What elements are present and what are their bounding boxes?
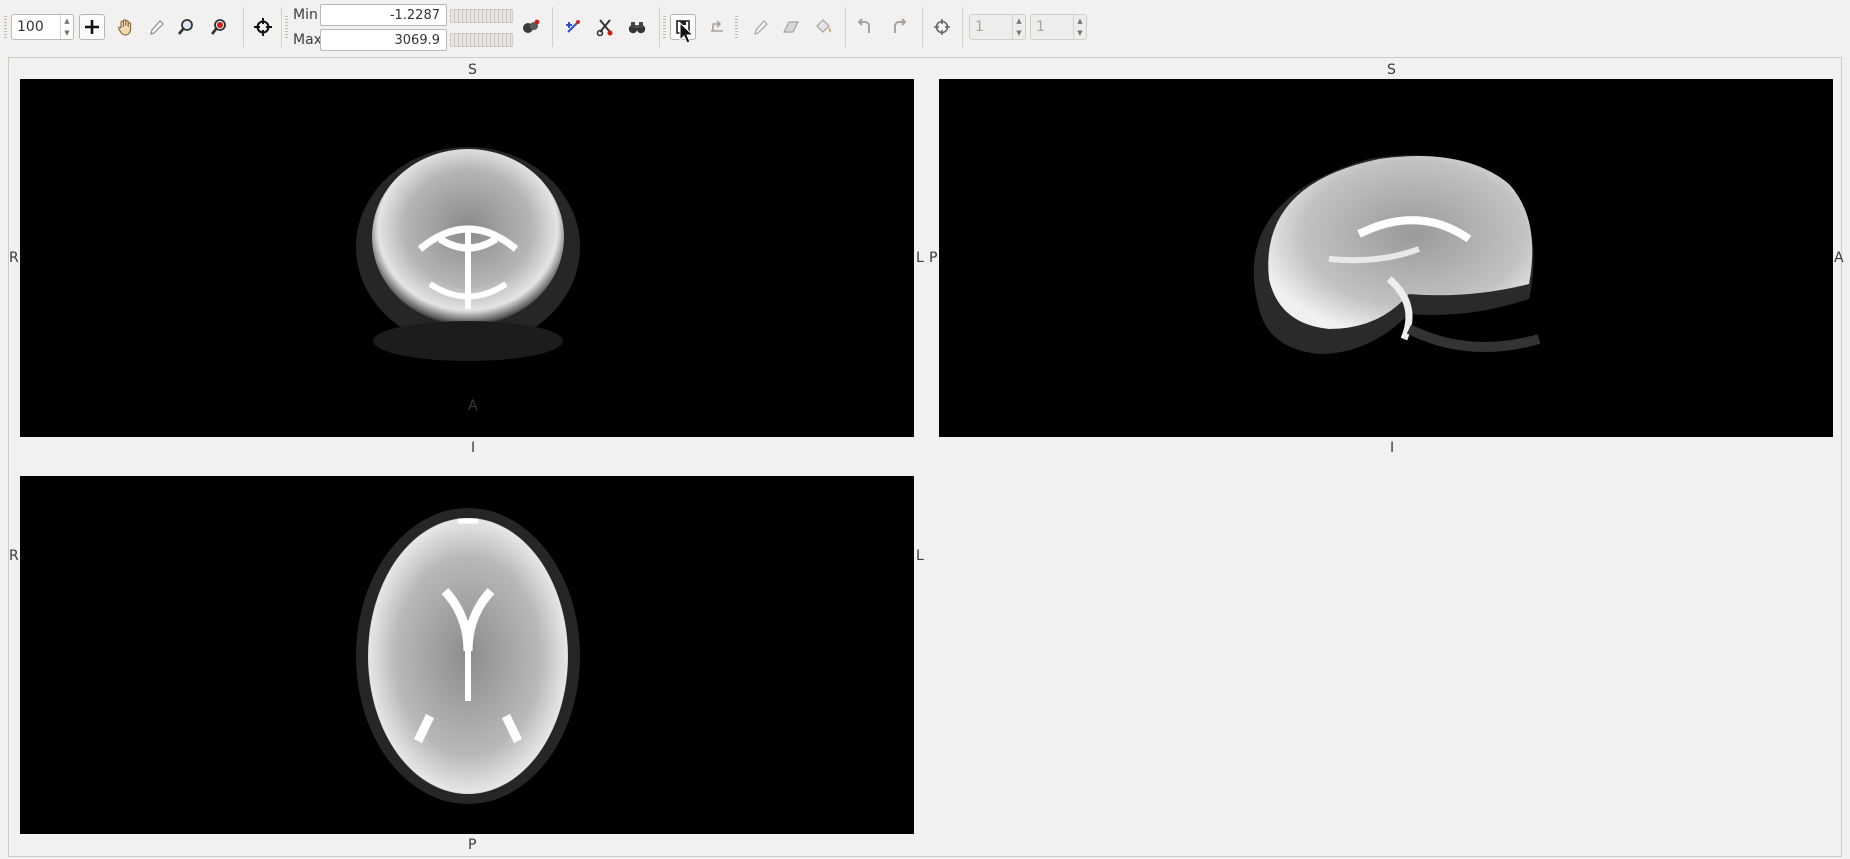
max-label: Max xyxy=(293,32,322,48)
fill-bucket-icon xyxy=(816,19,832,33)
toolbar-separator xyxy=(962,7,963,47)
axial-label-right: L xyxy=(916,548,924,564)
sagittal-label-bottom: I xyxy=(1390,440,1395,456)
coronal-label-bottom: I xyxy=(471,440,476,456)
min-input[interactable]: -1.2287 xyxy=(320,4,447,26)
toolbar-grip[interactable] xyxy=(663,16,666,38)
ortho-viewer: S R L I S P A I A R L P xyxy=(8,57,1844,857)
frame-spinbox[interactable]: 1 ▲ ▼ xyxy=(1030,14,1087,40)
rotate-icon xyxy=(711,20,723,32)
toolbar-separator xyxy=(281,7,282,47)
zoom-in-button[interactable] xyxy=(173,14,199,40)
axial-label-top: A xyxy=(468,398,478,414)
eraser-button[interactable] xyxy=(778,14,804,40)
toolbar-separator xyxy=(845,7,846,47)
sagittal-view[interactable] xyxy=(939,79,1833,437)
cut-icon xyxy=(596,19,613,37)
crosshair-plus-button[interactable] xyxy=(79,14,105,40)
sagittal-label-top: S xyxy=(1387,62,1396,78)
coronal-view[interactable] xyxy=(20,79,914,437)
toolbar-grip[interactable] xyxy=(4,16,7,38)
min-slider[interactable] xyxy=(450,9,513,23)
mouse-cursor-icon xyxy=(679,22,695,44)
binoculars-icon xyxy=(628,22,646,34)
max-input[interactable]: 3069.9 xyxy=(320,29,447,51)
zoom-out-icon xyxy=(210,19,226,35)
redo-button[interactable] xyxy=(886,14,912,40)
pan-button[interactable] xyxy=(112,14,138,40)
toolbar-separator xyxy=(243,7,244,47)
target-button[interactable] xyxy=(929,14,955,40)
axial-label-left: R xyxy=(9,548,19,564)
coronal-label-right: L xyxy=(916,250,924,266)
toolbar-grip[interactable] xyxy=(735,16,738,38)
edit-pencil-button[interactable] xyxy=(747,14,773,40)
add-point-icon xyxy=(566,20,580,33)
center-cursor-button[interactable] xyxy=(250,14,276,40)
toolbar-separator xyxy=(922,7,923,47)
colormap-button[interactable] xyxy=(518,14,544,40)
target-icon xyxy=(934,19,950,35)
toolbar-grip[interactable] xyxy=(285,16,288,38)
undo-button[interactable] xyxy=(852,14,878,40)
find-button[interactable] xyxy=(624,14,650,40)
toolbar-separator xyxy=(552,7,553,47)
volume-value: 1 xyxy=(975,19,984,35)
zoom-value: 100 xyxy=(17,19,44,35)
rotate-button[interactable] xyxy=(704,14,730,40)
frame-value: 1 xyxy=(1036,19,1045,35)
volume-spin-arrows[interactable]: ▲ ▼ xyxy=(1012,15,1025,39)
zoom-spinbox[interactable]: 100 ▲ ▼ xyxy=(11,14,74,40)
main-toolbar: 100 ▲ ▼ Min -1.2287 Max 3069.9 1 ▲ ▼ 1 ▲… xyxy=(0,0,1850,56)
axial-label-bottom: P xyxy=(468,837,477,853)
fill-button[interactable] xyxy=(810,14,836,40)
zoom-spin-arrows[interactable]: ▲ ▼ xyxy=(60,15,73,39)
undo-icon xyxy=(857,18,870,33)
coronal-brain-image xyxy=(356,147,580,361)
axial-view[interactable] xyxy=(20,476,914,834)
pencil-button[interactable] xyxy=(143,14,169,40)
coronal-label-top: S xyxy=(468,62,477,78)
hand-pan-icon xyxy=(118,19,132,36)
min-label: Min xyxy=(293,7,318,23)
zoom-in-icon xyxy=(177,19,193,35)
zoom-out-button[interactable] xyxy=(206,14,232,40)
frame-spin-arrows[interactable]: ▲ ▼ xyxy=(1073,15,1086,39)
sagittal-brain-image xyxy=(1253,155,1541,354)
toolbar-separator xyxy=(659,7,660,47)
colorize-icon xyxy=(523,19,540,33)
sagittal-label-left: P xyxy=(929,250,938,266)
axial-brain-image xyxy=(356,508,580,804)
cut-button[interactable] xyxy=(592,14,618,40)
edit-pencil-icon xyxy=(754,20,768,35)
redo-icon xyxy=(894,18,907,33)
max-slider[interactable] xyxy=(450,33,513,47)
crosshair-plus-icon xyxy=(85,20,99,34)
eraser-icon xyxy=(783,21,799,33)
volume-spinbox[interactable]: 1 ▲ ▼ xyxy=(969,14,1026,40)
pencil-icon xyxy=(150,20,164,35)
add-point-button[interactable] xyxy=(560,14,586,40)
sagittal-label-right: A xyxy=(1834,250,1844,266)
coronal-label-left: R xyxy=(9,250,19,266)
center-cursor-icon xyxy=(254,18,272,36)
